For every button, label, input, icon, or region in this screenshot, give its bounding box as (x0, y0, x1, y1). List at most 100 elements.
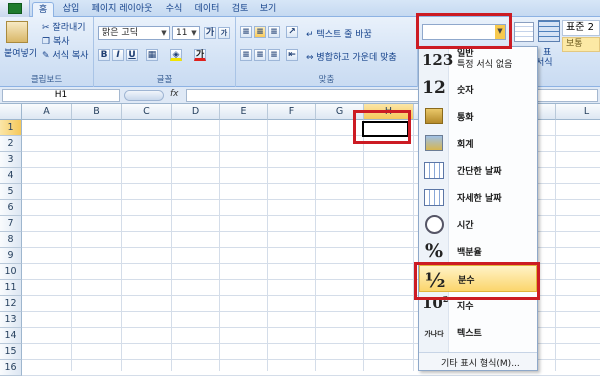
callout-selected-cell (353, 110, 411, 144)
font-color-button[interactable]: 가 (194, 49, 206, 61)
conditional-format-icon[interactable] (514, 22, 534, 42)
decrease-indent-button[interactable]: ⇤ (286, 49, 298, 61)
style-normal2[interactable]: 표준 2 (562, 20, 600, 36)
fill-color-button[interactable]: ◈ (170, 49, 182, 61)
format-painter-button[interactable]: ✎ 서식 복사 (42, 48, 88, 61)
row-header-8[interactable]: 8 (0, 232, 22, 248)
gridline-v (363, 120, 364, 371)
office-button[interactable] (0, 0, 30, 17)
font-size-combo[interactable]: 11 ▼ (172, 26, 200, 40)
row-header-2[interactable]: 2 (0, 136, 22, 152)
fx-icon[interactable]: fx (170, 89, 179, 99)
column-header-e[interactable]: E (220, 104, 268, 120)
number-format-label: 간단한 날짜 (457, 167, 502, 177)
tab-formulas[interactable]: 수식 (162, 2, 186, 17)
underline-button[interactable]: U (126, 49, 138, 61)
row-header-15[interactable]: 15 (0, 344, 22, 360)
wrap-text-button[interactable]: ↵ 텍스트 줄 바꿈 (306, 27, 372, 40)
align-bottom-button[interactable]: ≡ (268, 26, 280, 38)
merge-icon: ⇔ (306, 53, 314, 63)
tab-home[interactable]: 홈 (32, 2, 54, 17)
row-header-13[interactable]: 13 (0, 312, 22, 328)
align-left-button[interactable]: ≡ (240, 49, 252, 61)
number-format-label: 지수 (457, 302, 474, 312)
row-header-4[interactable]: 4 (0, 168, 22, 184)
number-format-item[interactable]: 자세한 날짜 (419, 184, 537, 211)
number-format-label: 텍스트 (457, 329, 482, 339)
wrap-text-label: 텍스트 줄 바꿈 (316, 30, 372, 40)
shrink-font-button[interactable]: 가 (218, 27, 230, 39)
office-logo-icon (8, 3, 22, 14)
orientation-button[interactable]: ↗ (286, 26, 298, 38)
calendar-icon (422, 186, 446, 209)
column-header-f[interactable]: F (268, 104, 316, 120)
font-group-label: 글꼴 (156, 75, 173, 85)
gridline-v (71, 120, 72, 371)
formula-bar-splitter[interactable] (124, 90, 164, 101)
number-format-item[interactable]: % 백분율 (419, 238, 537, 265)
column-header-d[interactable]: D (172, 104, 220, 120)
align-center-button[interactable]: ≡ (254, 49, 266, 61)
tab-data[interactable]: 데이터 (190, 2, 224, 17)
align-right-button[interactable]: ≡ (268, 49, 280, 61)
number-format-item[interactable]: 12 숫자 (419, 76, 537, 103)
gridline-v (315, 120, 316, 371)
align-middle-button[interactable]: ≡ (254, 26, 266, 38)
paste-icon[interactable] (6, 21, 28, 43)
tab-review[interactable]: 검토 (228, 2, 252, 17)
calendar-icon (422, 159, 446, 182)
row-header-7[interactable]: 7 (0, 216, 22, 232)
font-group: 맑은 고딕 ▼ 11 ▼ 가 가 B I U ▦ ◈ 가 글꼴 (94, 17, 236, 87)
row-header-12[interactable]: 12 (0, 296, 22, 312)
row-header-1[interactable]: 1 (0, 120, 22, 136)
callout-fraction-item (414, 262, 540, 300)
number-format-item[interactable]: 123 일반 특정 서식 없음 (419, 49, 537, 76)
tab-insert[interactable]: 삽입 (58, 2, 84, 17)
alignment-group-label: 맞춤 (318, 75, 335, 85)
row-header-11[interactable]: 11 (0, 280, 22, 296)
column-header-b[interactable]: B (72, 104, 122, 120)
format-as-table-icon[interactable] (538, 20, 560, 42)
number-format-item[interactable]: 통화 (419, 103, 537, 130)
number-format-item[interactable]: 간단한 날짜 (419, 157, 537, 184)
format-symbol-icon: 123 (422, 51, 454, 69)
column-header-a[interactable]: A (22, 104, 72, 120)
italic-button[interactable]: I (112, 49, 124, 61)
currency-icon (422, 105, 446, 128)
row-header-10[interactable]: 10 (0, 264, 22, 280)
align-top-button[interactable]: ≡ (240, 26, 252, 38)
gridline-v (267, 120, 268, 371)
column-header-c[interactable]: C (122, 104, 172, 120)
number-format-item[interactable]: 회계 (419, 130, 537, 157)
grow-font-button[interactable]: 가 (204, 27, 216, 39)
cut-button[interactable]: ✂ 잘라내기 (42, 20, 86, 33)
clipboard-group-label: 클립보드 (30, 75, 63, 85)
gridline-v (121, 120, 122, 371)
select-all-corner[interactable] (0, 104, 22, 120)
tab-page-layout[interactable]: 페이지 레이아웃 (86, 2, 158, 17)
copy-button[interactable]: ❐ 복사 (42, 34, 70, 47)
border-button[interactable]: ▦ (146, 49, 158, 61)
row-header-16[interactable]: 16 (0, 360, 22, 376)
more-number-formats-label: 기타 표시 형식(M)... (441, 359, 520, 369)
column-header-l[interactable]: L (556, 104, 600, 120)
font-name-value: 맑은 고딕 (102, 28, 138, 38)
number-format-item[interactable]: 시간 (419, 211, 537, 238)
row-header-5[interactable]: 5 (0, 184, 22, 200)
row-header-3[interactable]: 3 (0, 152, 22, 168)
more-number-formats-item[interactable]: 기타 표시 형식(M)... (419, 352, 537, 370)
tab-view[interactable]: 보기 (256, 2, 280, 17)
bold-button[interactable]: B (98, 49, 110, 61)
callout-number-format-combo (416, 13, 512, 49)
row-header-6[interactable]: 6 (0, 200, 22, 216)
number-format-item[interactable]: 가나다 텍스트 (419, 319, 537, 346)
name-box[interactable]: H1 (2, 89, 120, 102)
style-neutral[interactable]: 보통 (562, 37, 600, 52)
merge-center-button[interactable]: ⇔ 병합하고 가운데 맞춤 (306, 50, 397, 63)
chevron-down-icon: ▼ (161, 29, 167, 37)
wrap-text-icon: ↵ (306, 30, 314, 40)
font-name-combo[interactable]: 맑은 고딕 ▼ (98, 26, 170, 40)
row-header-14[interactable]: 14 (0, 328, 22, 344)
row-header-9[interactable]: 9 (0, 248, 22, 264)
paste-button[interactable]: 붙여넣기 (4, 46, 37, 59)
